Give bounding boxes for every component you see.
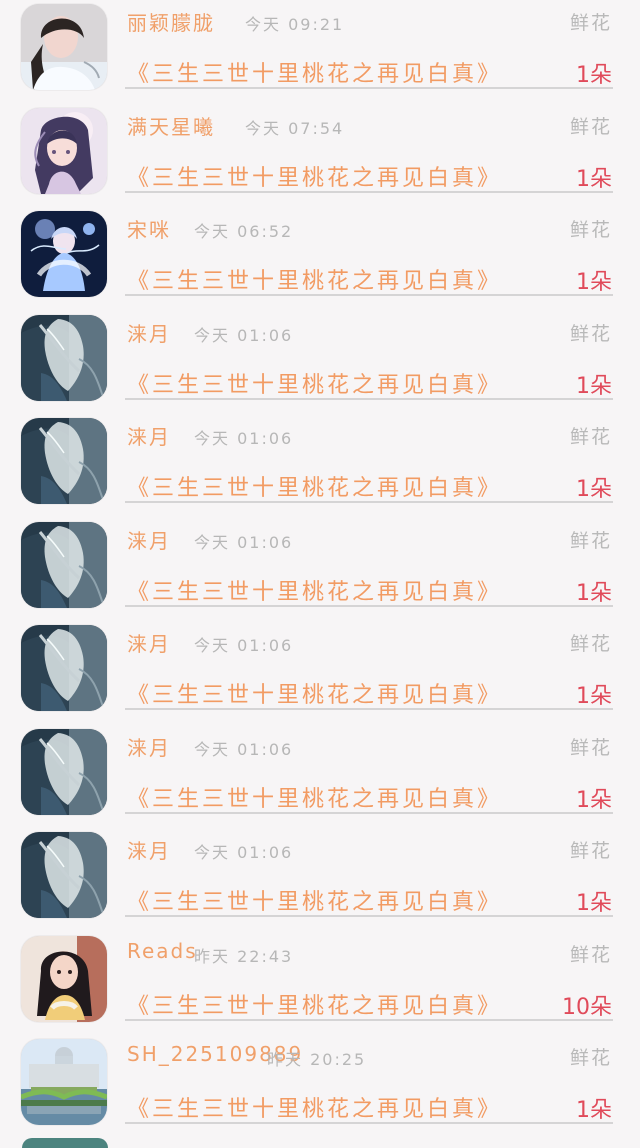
user-name[interactable]: 涞月 [127,318,171,347]
gift-count: 1朵 [576,166,612,192]
gift-record-row[interactable]: SH_225109889 昨天 20:25 鲜花 《三生三世十里桃花之再见白真》… [0,1036,640,1140]
gift-name[interactable]: 《三生三世十里桃花之再见白真》 [127,677,502,709]
avatar[interactable] [21,935,107,1022]
gift-record-row[interactable]: 涞月 今天 01:06 鲜花 《三生三世十里桃花之再见白真》 1朵 [0,312,640,416]
user-name[interactable]: 涞月 [127,628,171,657]
user-name[interactable]: 涞月 [127,421,171,450]
divider [125,501,613,503]
gift-type: 鲜花 [569,1047,612,1069]
gift-name[interactable]: 《三生三世十里桃花之再见白真》 [127,574,502,606]
divider [125,604,613,607]
timestamp: 今天 01:06 [194,843,294,862]
gift-record-row[interactable]: 满天星曦 今天 07:54 鲜花 《三生三世十里桃花之再见白真》 1朵 [0,105,640,209]
gift-name[interactable]: 《三生三世十里桃花之再见白真》 [127,781,502,813]
gift-name[interactable]: 《三生三世十里桃花之再见白真》 [127,160,502,192]
flower-gift-list: 丽颖朦胧 今天 09:21 鲜花 《三生三世十里桃花之再见白真》 1朵 满天星曦… [0,0,640,1143]
user-name[interactable]: 涞月 [127,835,171,864]
timestamp: 今天 01:06 [194,325,294,345]
gift-count: 1朵 [576,477,612,502]
divider [125,811,613,814]
avatar[interactable] [21,625,107,711]
gift-count: 1朵 [576,63,612,88]
divider [125,915,613,917]
gift-record-row[interactable]: 丽颖朦胧 今天 09:21 鲜花 《三生三世十里桃花之再见白真》 1朵 [0,1,640,105]
gift-count: 1朵 [576,580,612,606]
gift-type: 鲜花 [569,12,612,34]
gift-count: 1朵 [576,787,612,813]
gift-count: 1朵 [576,684,612,709]
gift-type: 鲜花 [569,219,612,241]
timestamp: 今天 09:21 [245,15,345,34]
gift-name[interactable]: 《三生三世十里桃花之再见白真》 [127,884,502,916]
timestamp: 今天 01:06 [194,429,294,448]
avatar[interactable] [21,314,107,401]
user-name[interactable]: 宋咪 [127,214,171,243]
user-name[interactable]: 涞月 [127,525,171,554]
avatar[interactable] [21,832,107,918]
gift-count: 1朵 [576,373,612,399]
gift-type: 鲜花 [569,115,612,138]
gift-name[interactable]: 《三生三世十里桃花之再见白真》 [127,988,502,1020]
gift-record-row[interactable]: 涞月 今天 01:06 鲜花 《三生三世十里桃花之再见白真》 1朵 [0,829,640,933]
gift-type: 鲜花 [569,529,612,552]
user-name[interactable]: 满天星曦 [127,111,215,140]
gift-count: 1朵 [576,1098,612,1123]
gift-name[interactable]: 《三生三世十里桃花之再见白真》 [127,1091,502,1123]
timestamp: 今天 06:52 [194,222,294,241]
user-name[interactable]: 涞月 [127,732,171,761]
gift-count: 1朵 [576,891,612,916]
avatar[interactable] [21,728,107,815]
divider [125,87,613,89]
divider [125,1018,613,1021]
divider [125,397,613,400]
avatar[interactable] [21,211,107,297]
gift-type: 鲜花 [569,322,612,345]
gift-record-row[interactable]: 涞月 今天 01:06 鲜花 《三生三世十里桃花之再见白真》 1朵 [0,519,640,623]
avatar[interactable] [21,521,107,608]
user-name[interactable]: 丽颖朦胧 [127,7,215,36]
divider [125,1122,613,1124]
user-name[interactable]: Reads [127,939,198,963]
gift-type: 鲜花 [569,943,612,966]
timestamp: 今天 07:54 [245,118,345,138]
timestamp: 今天 01:06 [194,532,294,552]
gift-record-row[interactable]: Reads 昨天 22:43 鲜花 《三生三世十里桃花之再见白真》 10朵 [0,933,640,1037]
gift-type: 鲜花 [569,736,612,759]
avatar[interactable] [21,107,107,194]
next-avatar[interactable] [22,1138,108,1148]
avatar[interactable] [21,1039,107,1125]
gift-type: 鲜花 [569,426,612,448]
gift-count: 10朵 [562,994,612,1020]
gift-record-row[interactable]: 涞月 今天 01:06 鲜花 《三生三世十里桃花之再见白真》 1朵 [0,726,640,830]
gift-name[interactable]: 《三生三世十里桃花之再见白真》 [127,367,502,399]
divider [125,294,613,296]
divider [125,190,613,193]
gift-type: 鲜花 [569,840,612,862]
gift-record-row[interactable]: 涞月 今天 01:06 鲜花 《三生三世十里桃花之再见白真》 1朵 [0,415,640,519]
timestamp: 今天 01:06 [194,739,294,759]
divider [125,708,613,710]
gift-record-row[interactable]: 宋咪 今天 06:52 鲜花 《三生三世十里桃花之再见白真》 1朵 [0,208,640,312]
gift-count: 1朵 [576,270,612,295]
timestamp: 昨天 22:43 [194,946,294,966]
gift-type: 鲜花 [569,633,612,655]
avatar[interactable] [21,4,107,90]
timestamp: 昨天 20:25 [267,1050,367,1069]
timestamp: 今天 01:06 [194,636,294,655]
gift-record-row[interactable]: 涞月 今天 01:06 鲜花 《三生三世十里桃花之再见白真》 1朵 [0,622,640,726]
gift-name[interactable]: 《三生三世十里桃花之再见白真》 [127,263,502,295]
gift-name[interactable]: 《三生三世十里桃花之再见白真》 [127,56,502,88]
gift-name[interactable]: 《三生三世十里桃花之再见白真》 [127,470,502,502]
avatar[interactable] [21,418,107,504]
